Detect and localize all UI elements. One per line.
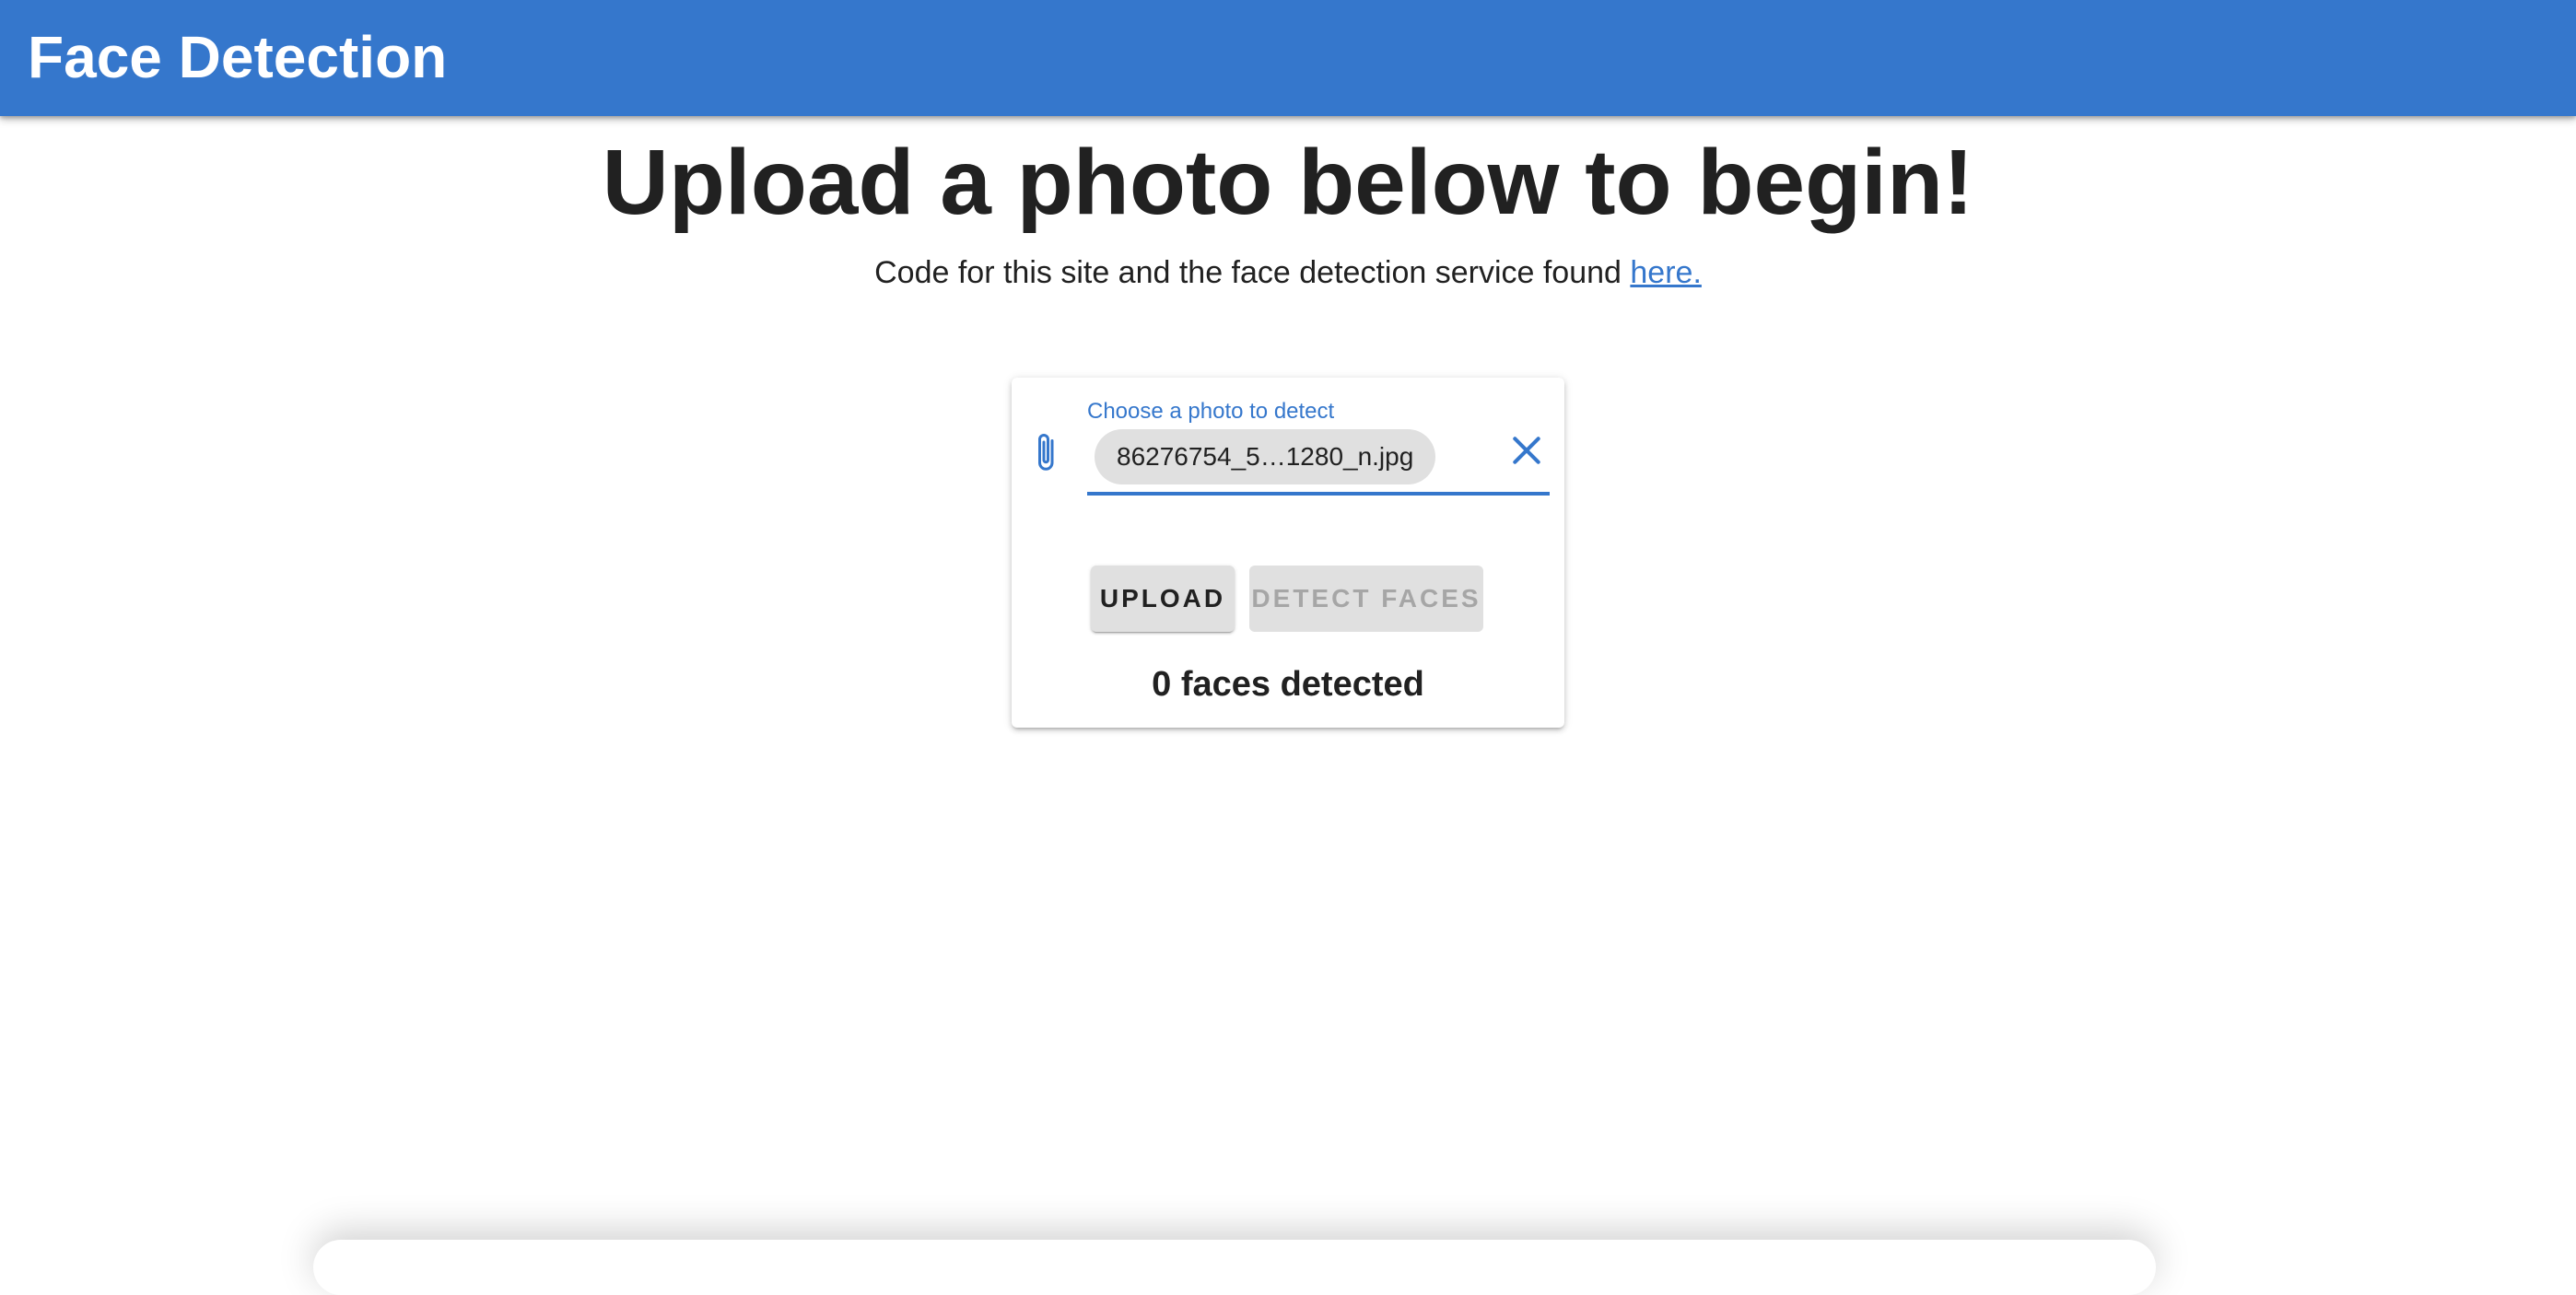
page-headline: Upload a photo below to begin! (602, 131, 1974, 234)
detect-faces-button[interactable]: Detect Faces (1249, 566, 1483, 632)
paperclip-icon[interactable] (1030, 429, 1063, 477)
photo-file-input[interactable]: Choose a photo to detect 86276754_5…1280… (1012, 378, 1564, 507)
close-icon[interactable] (1509, 433, 1544, 468)
source-code-note-text: Code for this site and the face detectio… (874, 255, 1631, 290)
upload-card: Choose a photo to detect 86276754_5…1280… (1012, 378, 1564, 728)
source-code-note: Code for this site and the face detectio… (0, 252, 2576, 293)
file-input-underline (1087, 492, 1550, 496)
bottom-panel-edge (313, 1240, 2156, 1295)
app-title: Face Detection (28, 24, 448, 90)
source-code-link[interactable]: here. (1630, 255, 1702, 290)
selected-file-chip: 86276754_5…1280_n.jpg (1095, 429, 1436, 484)
faces-detected-count: 0 faces detected (1152, 665, 1424, 704)
upload-button[interactable]: Upload (1091, 566, 1235, 632)
file-input-label: Choose a photo to detect (1087, 399, 1335, 424)
app-bar: Face Detection (0, 0, 2576, 116)
